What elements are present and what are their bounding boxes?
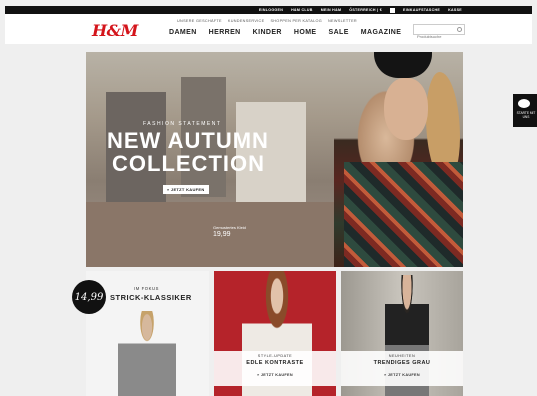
tile-shop-now-link[interactable]: » JETZT KAUFEN [341,373,463,377]
login-link[interactable]: EINLOGGEN [259,8,283,12]
tile-title: TRENDIGES GRAU [373,360,431,366]
search-input[interactable] [414,32,454,41]
subnav-newsletter[interactable]: NEWSLETTER [328,19,357,23]
nav-item-damen[interactable]: DAMEN [169,29,197,36]
sub-navigation: UNSERE GESCHÄFTE KUNDENSERVICE SHOPPEN P… [177,19,357,23]
basket-link[interactable]: EINKAUFSTASCHE [403,8,440,12]
hm-logo[interactable]: H&M [92,21,138,40]
hero-product-price: 19,99 [213,231,231,238]
hero-product-name: Gemustertes Kleid [213,225,246,230]
top-links: EINLOGGEN H&M CLUB MEIN H&M ÖSTERREICH |… [259,6,462,14]
header: H&M UNSERE GESCHÄFTE KUNDENSERVICE SHOPP… [5,14,532,44]
shopping-bag-icon[interactable] [390,7,396,13]
subnav-catalog[interactable]: SHOPPEN PER KATALOG [270,19,322,23]
subnav-customer-service[interactable]: KUNDENSERVICE [228,19,265,23]
promo-tile-grey[interactable]: NEUHEITEN TRENDIGES GRAU » JETZT KAUFEN [341,271,463,396]
nav-item-kinder[interactable]: KINDER [253,29,282,36]
hero-kicker: FASHION STATEMENT [143,121,222,127]
promo-tile-contrasts[interactable]: STYLE-UPDATE EDLE KONTRASTE » JETZT KAUF… [214,271,336,396]
nav-item-home[interactable]: HOME [294,29,317,36]
nav-item-sale[interactable]: SALE [329,29,349,36]
chat-tab-label: STARTE MIT UNS [516,111,536,119]
my-hm-link[interactable]: MEIN H&M [321,8,342,12]
country-selector[interactable]: ÖSTERREICH | € [349,8,382,12]
top-bar: EINLOGGEN H&M CLUB MEIN H&M ÖSTERREICH |… [5,6,532,14]
chat-side-tab[interactable]: STARTE MIT UNS [513,94,537,127]
price-badge: 14,99 [72,280,106,314]
tile-kicker: STYLE-UPDATE [257,354,293,358]
tile-shop-now-link[interactable]: » JETZT KAUFEN [214,373,336,377]
main-navigation: DAMEN HERREN KINDER HOME SALE MAGAZINE [169,29,401,36]
search-icon[interactable] [457,27,462,32]
tile-title: STRICK-KLASSIKER [110,293,192,302]
chat-bubble-icon [518,99,530,108]
search-box [413,24,465,41]
hero-headline-line1: NEW AUTUMN [107,128,269,153]
nav-item-magazine[interactable]: MAGAZINE [361,29,402,36]
tile-caption: NEUHEITEN TRENDIGES GRAU » JETZT KAUFEN [341,351,463,386]
nav-item-herren[interactable]: HERREN [209,29,241,36]
checkout-link[interactable]: KASSE [448,8,462,12]
tile-title: EDLE KONTRASTE [246,360,304,366]
tile-caption: STYLE-UPDATE EDLE KONTRASTE » JETZT KAUF… [214,351,336,386]
hm-club-link[interactable]: H&M CLUB [291,8,313,12]
subnav-stores[interactable]: UNSERE GESCHÄFTE [177,19,222,23]
hero-shop-now-button[interactable]: » JETZT KAUFEN [163,185,209,194]
page: EINLOGGEN H&M CLUB MEIN H&M ÖSTERREICH |… [0,0,537,396]
tile-model-image [118,311,176,396]
hero-headline-line2: COLLECTION [112,151,265,176]
hero-text-layer: FASHION STATEMENT NEW AUTUMN COLLECTION … [86,52,463,267]
tile-kicker: NEUHEITEN [388,354,416,358]
tile-kicker: IM FOKUS [134,286,160,291]
